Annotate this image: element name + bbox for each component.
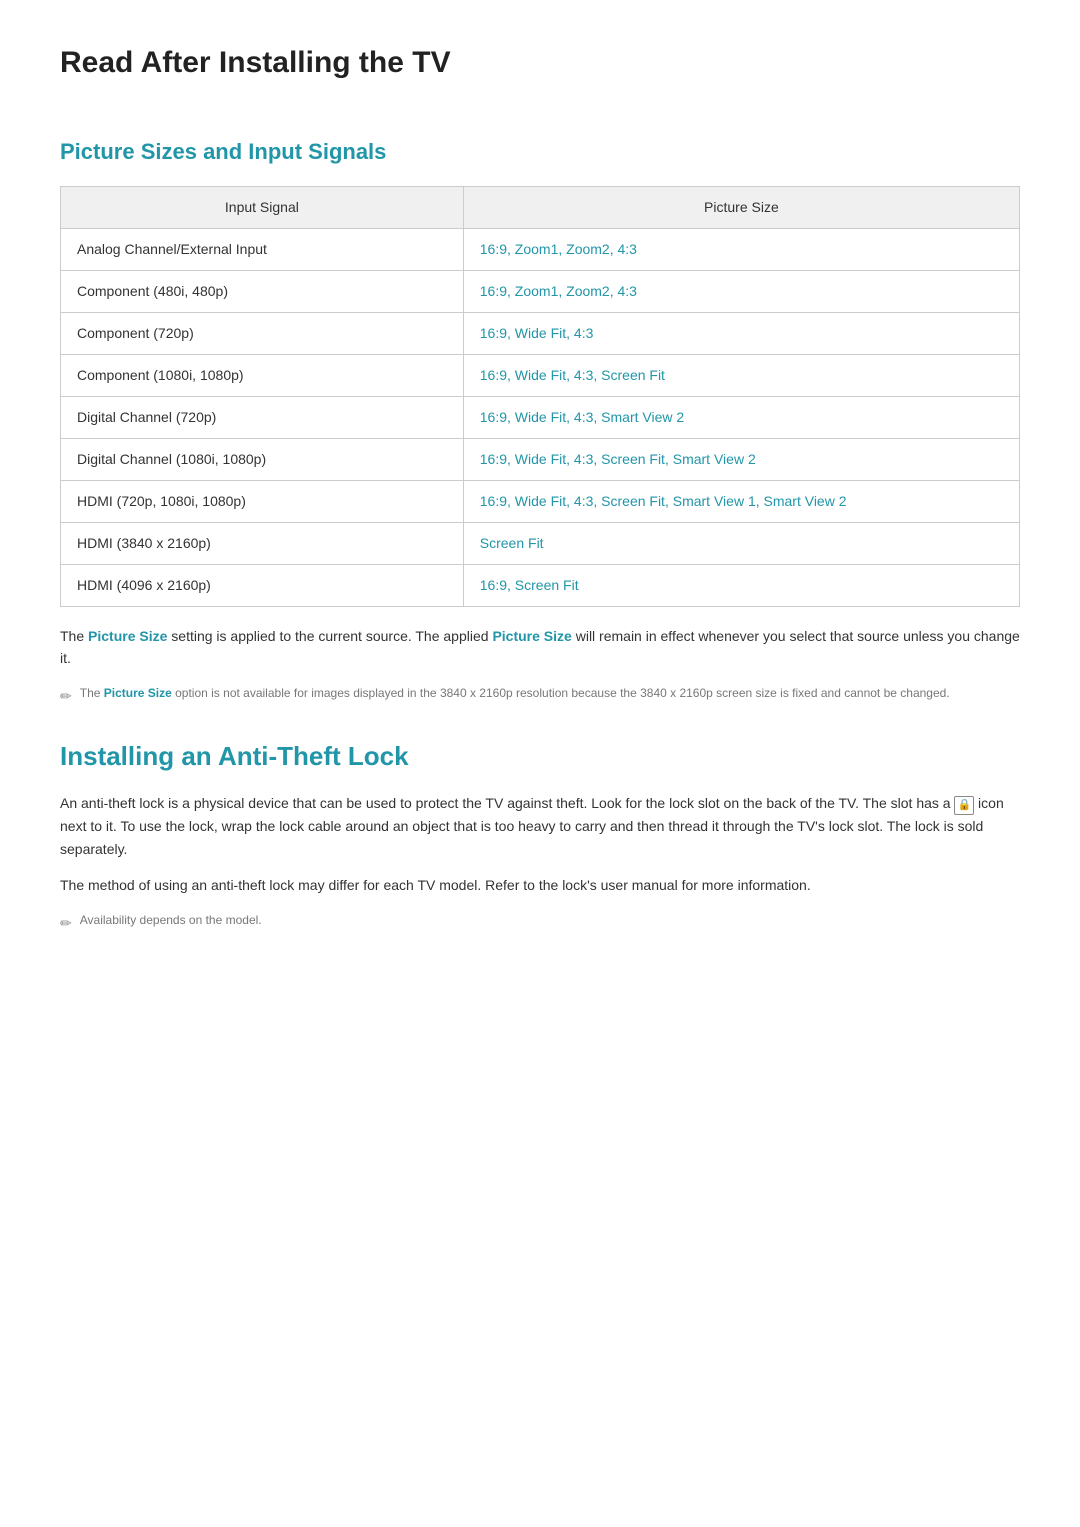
- section2-para2: The method of using an anti-theft lock m…: [60, 874, 1020, 896]
- note-small-section2-text: Availability depends on the model.: [80, 911, 262, 929]
- table-cell-picture-size: 16:9, Zoom1, Zoom2, 4:3: [463, 229, 1019, 271]
- table-cell-input: HDMI (3840 x 2160p): [61, 523, 464, 565]
- note-small-text: The Picture Size option is not available…: [80, 684, 950, 702]
- section2: Installing an Anti-Theft Lock An anti-th…: [60, 737, 1020, 934]
- table-cell-input: Analog Channel/External Input: [61, 229, 464, 271]
- table-cell-picture-size: 16:9, Screen Fit: [463, 565, 1019, 607]
- note-link1: Picture Size: [88, 628, 167, 644]
- note-before-link1: The: [60, 628, 88, 644]
- table-cell-input: Component (480i, 480p): [61, 271, 464, 313]
- table-cell-picture-size: 16:9, Wide Fit, 4:3, Screen Fit, Smart V…: [463, 481, 1019, 523]
- table-cell-picture-size: Screen Fit: [463, 523, 1019, 565]
- table-cell-input: HDMI (720p, 1080i, 1080p): [61, 481, 464, 523]
- section2-title: Installing an Anti-Theft Lock: [60, 737, 1020, 776]
- table-cell-input: Component (720p): [61, 313, 464, 355]
- table-row: Component (720p)16:9, Wide Fit, 4:3: [61, 313, 1020, 355]
- table-cell-input: HDMI (4096 x 2160p): [61, 565, 464, 607]
- table-row: HDMI (720p, 1080i, 1080p)16:9, Wide Fit,…: [61, 481, 1020, 523]
- table-row: Component (480i, 480p)16:9, Zoom1, Zoom2…: [61, 271, 1020, 313]
- pencil-icon: ✏: [60, 686, 72, 707]
- page-title: Read After Installing the TV: [60, 40, 1020, 95]
- table-cell-input: Component (1080i, 1080p): [61, 355, 464, 397]
- table-row: HDMI (4096 x 2160p)16:9, Screen Fit: [61, 565, 1020, 607]
- table-row: Digital Channel (720p)16:9, Wide Fit, 4:…: [61, 397, 1020, 439]
- table-row: HDMI (3840 x 2160p)Screen Fit: [61, 523, 1020, 565]
- pencil-icon-2: ✏: [60, 913, 72, 934]
- table-row: Analog Channel/External Input16:9, Zoom1…: [61, 229, 1020, 271]
- table-cell-picture-size: 16:9, Wide Fit, 4:3, Screen Fit, Smart V…: [463, 439, 1019, 481]
- note-main-text: The Picture Size setting is applied to t…: [60, 625, 1020, 670]
- table-cell-picture-size: 16:9, Wide Fit, 4:3, Screen Fit: [463, 355, 1019, 397]
- table-cell-picture-size: 16:9, Wide Fit, 4:3: [463, 313, 1019, 355]
- table-cell-input: Digital Channel (1080i, 1080p): [61, 439, 464, 481]
- table-cell-input: Digital Channel (720p): [61, 397, 464, 439]
- picture-sizes-table: Input Signal Picture Size Analog Channel…: [60, 186, 1020, 607]
- col2-header: Picture Size: [463, 187, 1019, 229]
- table-cell-picture-size: 16:9, Wide Fit, 4:3, Smart View 2: [463, 397, 1019, 439]
- section2-para1: An anti-theft lock is a physical device …: [60, 792, 1020, 860]
- table-row: Digital Channel (1080i, 1080p)16:9, Wide…: [61, 439, 1020, 481]
- col1-header: Input Signal: [61, 187, 464, 229]
- note-middle: setting is applied to the current source…: [167, 628, 492, 644]
- table-row: Component (1080i, 1080p)16:9, Wide Fit, …: [61, 355, 1020, 397]
- note-link2: Picture Size: [492, 628, 571, 644]
- note-small-section1: ✏ The Picture Size option is not availab…: [60, 684, 1020, 707]
- note-small-section2: ✏ Availability depends on the model.: [60, 911, 1020, 934]
- section1-title: Picture Sizes and Input Signals: [60, 135, 1020, 168]
- table-cell-picture-size: 16:9, Zoom1, Zoom2, 4:3: [463, 271, 1019, 313]
